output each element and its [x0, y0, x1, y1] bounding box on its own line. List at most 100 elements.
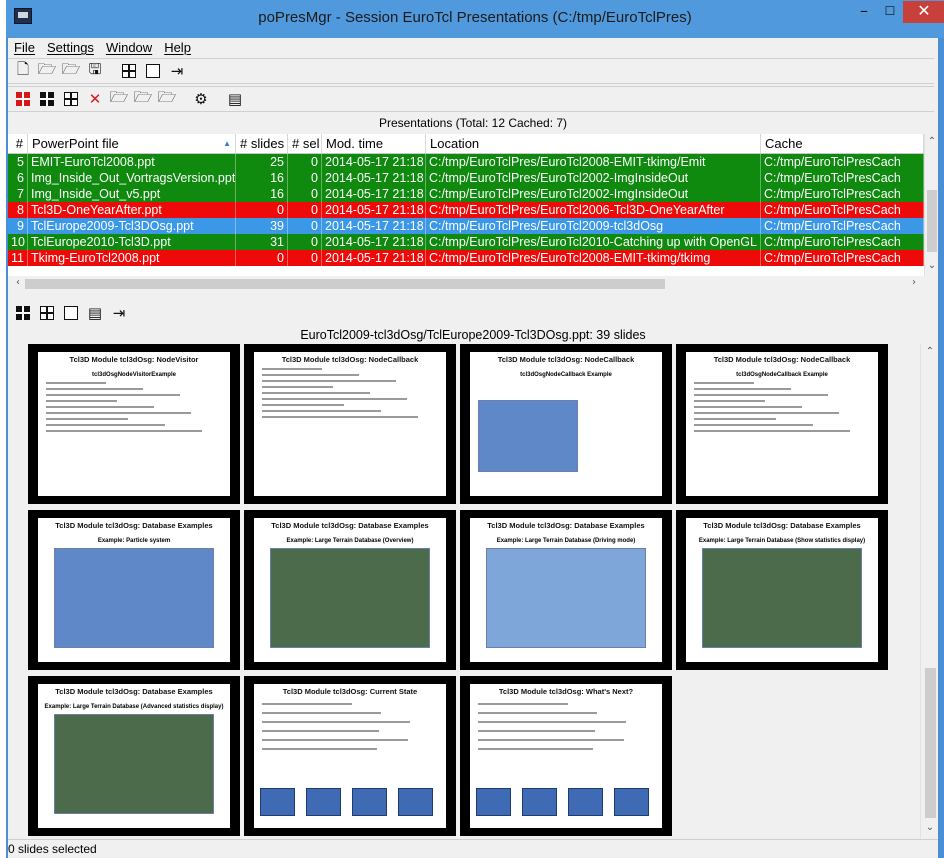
slide-thumbnail[interactable]: Tcl3D Module tcl3dOsg: NodeCallback	[244, 344, 456, 504]
scroll-thumb[interactable]	[927, 190, 937, 252]
table-row[interactable]: 11 Tkimg-EuroTcl2008.ppt 0 0 2014-05-17 21:1…	[8, 250, 924, 266]
open-alt-icon[interactable]: 🗁	[132, 88, 154, 110]
scroll-up-icon[interactable]: ⌃	[921, 346, 939, 357]
scroll-thumb[interactable]	[925, 668, 936, 818]
scroll-thumb[interactable]	[25, 279, 665, 289]
grid-icon[interactable]	[118, 60, 140, 82]
slide-title: Tcl3D Module tcl3dOsg: Database Examples	[55, 687, 213, 696]
column-header-file[interactable]: PowerPoint file ▲	[28, 134, 236, 153]
table-row[interactable]: 8 Tcl3D-OneYearAfter.ppt 0 0 2014-05-17 21:1…	[8, 202, 924, 218]
close-button[interactable]: ✕	[903, 1, 944, 23]
scroll-up-icon[interactable]: ⌃	[925, 136, 939, 147]
presentations-header: Presentations (Total: 12 Cached: 7)	[378, 116, 568, 130]
cell-cache: C:/tmp/EuroTclPresCach	[761, 170, 924, 186]
list-icon[interactable]: ▤	[84, 302, 106, 324]
column-header-sel[interactable]: # sel	[288, 134, 322, 153]
exit-icon[interactable]: ⇥	[166, 60, 188, 82]
slide-title: Tcl3D Module tcl3dOsg: NodeCallback	[497, 355, 635, 364]
slide-image-tile	[306, 788, 341, 816]
cell-cache: C:/tmp/EuroTclPresCach	[761, 234, 924, 250]
cell-loc: C:/tmp/EuroTclPres/EuroTcl2006-Tcl3D-One…	[426, 202, 761, 218]
minimize-button[interactable]: –	[851, 1, 877, 23]
slide-text-line	[262, 374, 359, 376]
column-header-slides[interactable]: # slides	[236, 134, 288, 153]
cell-mod: 2014-05-17 21:18	[322, 186, 426, 202]
single-view-icon[interactable]	[142, 60, 164, 82]
column-header-modtime[interactable]: Mod. time	[322, 134, 426, 153]
table-row[interactable]: 7 Img_Inside_Out_v5.ppt 16 0 2014-05-17 21:1…	[8, 186, 924, 202]
slide-thumbnail[interactable]: Tcl3D Module tcl3dOsg: Database Examples…	[676, 510, 888, 670]
grid-filled-icon[interactable]	[36, 88, 58, 110]
slide-text-line	[46, 388, 143, 390]
slide-screenshot	[270, 548, 430, 648]
open-alt2-icon[interactable]: 🗁	[156, 88, 178, 110]
slides-vertical-scrollbar[interactable]: ⌃ ⌄	[920, 344, 938, 840]
table-row[interactable]: 10 TclEurope2010-Tcl3D.ppt 31 0 2014-05-17 2…	[8, 234, 924, 250]
cell-mod: 2014-05-17 21:18	[322, 234, 426, 250]
title-bar[interactable]: poPresMgr - Session EuroTcl Presentation…	[6, 0, 944, 38]
select-all-icon[interactable]	[12, 88, 34, 110]
slides-toolbar: ▤ ⇥	[8, 300, 208, 326]
cell-sel: 0	[288, 154, 322, 170]
sort-ascending-icon: ▲	[223, 139, 231, 148]
scroll-down-icon[interactable]: ⌄	[925, 260, 939, 271]
cell-sel: 0	[288, 186, 322, 202]
table-row[interactable]: 9 TclEurope2009-Tcl3DOsg.ppt 39 0 2014-05-17…	[8, 218, 924, 234]
open-template-icon[interactable]: 🗁	[36, 60, 58, 82]
column-header-num[interactable]: #	[8, 134, 28, 153]
table-row[interactable]: 6 Img_Inside_Out_VortragsVersion.ppt 16 0 20…	[8, 170, 924, 186]
save-icon[interactable]: 🖫	[84, 60, 106, 82]
menu-settings[interactable]: Settings	[41, 38, 100, 58]
scan-icon[interactable]: ⚙	[190, 88, 212, 110]
presentation-toolbar: ✕ 🗁 🗁 🗁 ⚙ ▤	[8, 86, 934, 112]
slide-thumbnail[interactable]: Tcl3D Module tcl3dOsg: Database Examples…	[460, 510, 672, 670]
status-bar: 0 slides selected	[8, 839, 938, 858]
slide-thumbnail[interactable]: Tcl3D Module tcl3dOsg: Database Examples…	[28, 510, 240, 670]
grid-icon[interactable]	[36, 302, 58, 324]
slide-subtitle: Example: Large Terrain Database (Advance…	[44, 704, 224, 710]
powerpoint-icon[interactable]: ▤	[224, 88, 246, 110]
slide-thumbnail[interactable]: Tcl3D Module tcl3dOsg: Current State	[244, 676, 456, 836]
slide-thumbnail[interactable]: Tcl3D Module tcl3dOsg: NodeVisitor tcl3dO…	[28, 344, 240, 504]
slide-text-line	[262, 398, 407, 400]
delete-icon[interactable]: ✕	[84, 88, 106, 110]
scroll-right-icon[interactable]: ›	[906, 277, 922, 288]
slide-thumbnail[interactable]: Tcl3D Module tcl3dOsg: Database Examples…	[244, 510, 456, 670]
cell-cache: C:/tmp/EuroTclPresCach	[761, 186, 924, 202]
table-horizontal-scrollbar[interactable]: ‹ ›	[8, 276, 924, 292]
select-all-icon[interactable]	[12, 302, 34, 324]
open-folder-icon[interactable]: 🗁	[60, 60, 82, 82]
column-header-location[interactable]: Location	[426, 134, 761, 153]
slide-text-line	[694, 430, 850, 432]
cell-num: 10	[8, 234, 28, 250]
slide-text-line	[478, 748, 593, 750]
table-vertical-scrollbar[interactable]: ⌃ ⌄	[924, 134, 938, 276]
slide-thumbnail[interactable]: Tcl3D Module tcl3dOsg: NodeCallback tcl3d…	[676, 344, 888, 504]
open-icon[interactable]: 🗁	[108, 88, 130, 110]
cell-slides: 0	[236, 250, 288, 266]
menu-file[interactable]: File	[8, 38, 41, 58]
scroll-left-icon[interactable]: ‹	[10, 277, 26, 288]
slide-text-line	[46, 400, 117, 402]
slide-thumbnail[interactable]: Tcl3D Module tcl3dOsg: Database Examples…	[28, 676, 240, 836]
grid-icon[interactable]	[60, 88, 82, 110]
menu-help[interactable]: Help	[158, 38, 197, 58]
scroll-down-icon[interactable]: ⌄	[921, 822, 939, 833]
menu-window[interactable]: Window	[100, 38, 158, 58]
slide-thumbnail[interactable]: Tcl3D Module tcl3dOsg: What's Next?	[460, 676, 672, 836]
slide-text-line	[478, 721, 626, 723]
slide-text-line	[46, 424, 165, 426]
slide-thumbnail[interactable]: Tcl3D Module tcl3dOsg: NodeCallback tcl3d…	[460, 344, 672, 504]
slide-text-line	[694, 400, 765, 402]
table-row[interactable]: 5 EMIT-EuroTcl2008.ppt 25 0 2014-05-17 21:18…	[8, 154, 924, 170]
slide-content: Tcl3D Module tcl3dOsg: Database Examples…	[38, 518, 230, 662]
slide-text-line	[478, 739, 624, 741]
slide-text-line	[262, 380, 396, 382]
column-header-cache[interactable]: Cache	[761, 134, 924, 153]
maximize-button[interactable]: ☐	[877, 1, 903, 23]
single-view-icon[interactable]	[60, 302, 82, 324]
slide-title: Tcl3D Module tcl3dOsg: NodeCallback	[713, 355, 851, 364]
cell-mod: 2014-05-17 21:18	[322, 170, 426, 186]
exit-icon[interactable]: ⇥	[108, 302, 130, 324]
new-icon[interactable]: 🗋	[12, 60, 34, 82]
